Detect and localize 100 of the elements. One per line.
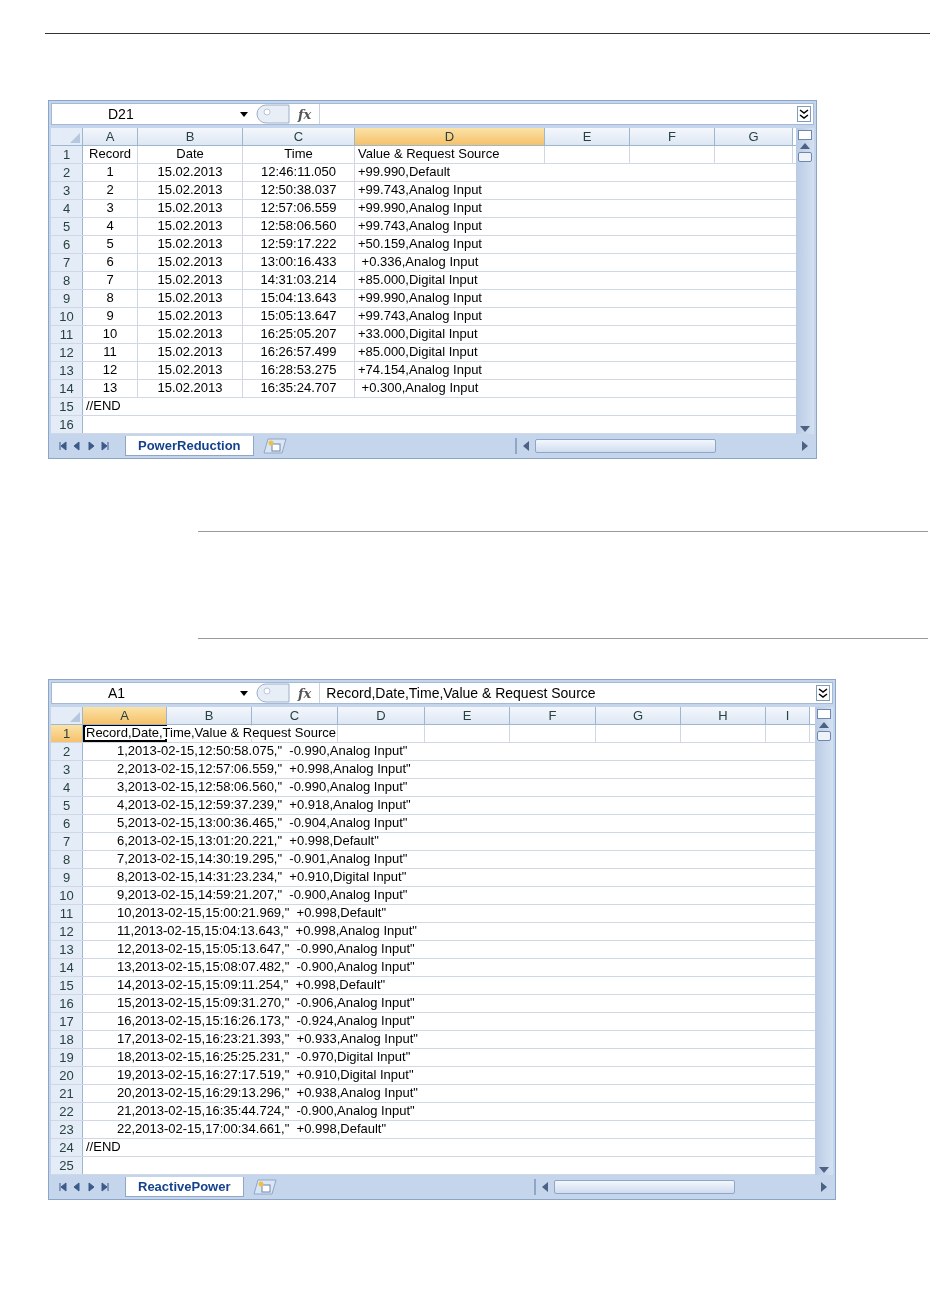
triangle-icon — [70, 133, 80, 143]
column-header[interactable]: C — [243, 128, 355, 145]
scroll-thumb[interactable] — [817, 731, 831, 741]
row-header[interactable]: 11 — [51, 905, 83, 922]
row-header[interactable]: 4 — [51, 200, 83, 217]
row-header[interactable]: 5 — [51, 797, 83, 814]
scroll-down-icon[interactable] — [800, 426, 810, 432]
row-header[interactable]: 1 — [51, 146, 83, 163]
column-header[interactable]: F — [630, 128, 715, 145]
scroll-right-icon[interactable] — [802, 441, 808, 451]
insert-function-button[interactable]: fx — [294, 106, 316, 122]
column-header[interactable]: A — [83, 707, 167, 724]
row-header[interactable]: 22 — [51, 1103, 83, 1120]
cell-text: 16:28:53.275 — [260, 363, 337, 376]
cell-text: 12 — [102, 363, 118, 376]
row-header[interactable]: 15 — [51, 977, 83, 994]
column-header[interactable]: F — [510, 707, 596, 724]
row-header[interactable]: 19 — [51, 1049, 83, 1066]
split-handle[interactable] — [817, 709, 831, 719]
row-header[interactable]: 2 — [51, 743, 83, 760]
row-header[interactable]: 9 — [51, 290, 83, 307]
row-header[interactable]: 20 — [51, 1067, 83, 1084]
cell-text: 11,2013-02-15,15:04:13.643," +0.998,Analog Input" — [117, 924, 417, 937]
scroll-thumb[interactable] — [798, 152, 812, 162]
column-header[interactable]: H — [681, 707, 766, 724]
row-header[interactable]: 7 — [51, 833, 83, 850]
scroll-right-icon[interactable] — [821, 1182, 827, 1192]
new-sheet-icon[interactable] — [261, 438, 290, 454]
row-header[interactable]: 10 — [51, 887, 83, 904]
column-header[interactable]: D — [338, 707, 425, 724]
sheet-tab[interactable]: PowerReduction — [125, 436, 254, 456]
row-header[interactable]: 1 — [51, 725, 83, 742]
name-box[interactable]: D21 — [52, 104, 254, 124]
scroll-up-icon[interactable] — [800, 143, 810, 149]
split-handle[interactable] — [798, 130, 812, 140]
dropdown-icon[interactable] — [240, 690, 248, 696]
row-header[interactable]: 2 — [51, 164, 83, 181]
scroll-thumb[interactable] — [554, 1180, 735, 1194]
expand-icon[interactable] — [797, 106, 811, 122]
cell-text: Value & Request Source — [358, 147, 500, 160]
column-header[interactable]: E — [545, 128, 630, 145]
row-header[interactable]: 13 — [51, 941, 83, 958]
scroll-down-icon[interactable] — [819, 1167, 829, 1173]
column-header[interactable]: B — [167, 707, 252, 724]
row-header[interactable]: 16 — [51, 995, 83, 1012]
slider-handle-icon[interactable] — [256, 104, 290, 124]
vertical-scrollbar[interactable] — [815, 707, 833, 1175]
row-header[interactable]: 25 — [51, 1157, 83, 1174]
row-header[interactable]: 12 — [51, 923, 83, 940]
column-header[interactable]: D — [355, 128, 545, 145]
row-header[interactable]: 17 — [51, 1013, 83, 1030]
row-header[interactable]: 4 — [51, 779, 83, 796]
scroll-left-icon[interactable] — [523, 441, 529, 451]
scroll-thumb[interactable] — [535, 439, 716, 453]
row-header[interactable]: 16 — [51, 416, 83, 433]
expand-icon[interactable] — [816, 685, 830, 701]
row-header[interactable]: 8 — [51, 272, 83, 289]
row-header[interactable]: 6 — [51, 815, 83, 832]
row-header[interactable]: 11 — [51, 326, 83, 343]
column-header[interactable]: A — [83, 128, 138, 145]
row-header[interactable]: 10 — [51, 308, 83, 325]
cell-text: 15.02.2013 — [157, 291, 223, 304]
cell-text: +99.990,Analog Input — [358, 201, 482, 214]
scroll-up-icon[interactable] — [819, 722, 829, 728]
row-header[interactable]: 9 — [51, 869, 83, 886]
row-header[interactable]: 8 — [51, 851, 83, 868]
column-header[interactable]: G — [715, 128, 793, 145]
row-header[interactable]: 21 — [51, 1085, 83, 1102]
row-header[interactable]: 13 — [51, 362, 83, 379]
row-header[interactable]: 14 — [51, 959, 83, 976]
row-header[interactable]: 12 — [51, 344, 83, 361]
row-header[interactable]: 3 — [51, 182, 83, 199]
insert-function-button[interactable]: fx — [294, 685, 316, 701]
column-header[interactable]: B — [138, 128, 243, 145]
cell-text: 13 — [102, 381, 118, 394]
row-header[interactable]: 24 — [51, 1139, 83, 1156]
formula-field[interactable]: Record,Date,Time,Value & Request Source — [319, 683, 812, 703]
sheet-tab[interactable]: ReactivePower — [125, 1177, 244, 1197]
column-header[interactable]: I — [766, 707, 810, 724]
scroll-left-icon[interactable] — [542, 1182, 548, 1192]
row-header[interactable]: 3 — [51, 761, 83, 778]
row-header[interactable]: 14 — [51, 380, 83, 397]
column-header[interactable]: E — [425, 707, 510, 724]
cell-text: +99.990,Analog Input — [358, 291, 482, 304]
row-header[interactable]: 7 — [51, 254, 83, 271]
row-header[interactable]: 6 — [51, 236, 83, 253]
row-header[interactable]: 18 — [51, 1031, 83, 1048]
name-box[interactable]: A1 — [52, 683, 254, 703]
dropdown-icon[interactable] — [240, 111, 248, 117]
column-header[interactable]: G — [596, 707, 681, 724]
vertical-scrollbar[interactable] — [796, 128, 814, 434]
row-header[interactable]: 15 — [51, 398, 83, 415]
row-header[interactable]: 23 — [51, 1121, 83, 1138]
cell-text: 12:46:11.050 — [261, 165, 336, 178]
cell-text: 12:59:17.222 — [260, 237, 337, 250]
new-sheet-icon[interactable] — [251, 1179, 280, 1195]
slider-handle-icon[interactable] — [256, 683, 290, 703]
row-header[interactable]: 5 — [51, 218, 83, 235]
cell-text: 7,2013-02-15,14:30:19.295," -0.901,Analog Input" — [117, 852, 408, 865]
column-header[interactable]: C — [252, 707, 338, 724]
